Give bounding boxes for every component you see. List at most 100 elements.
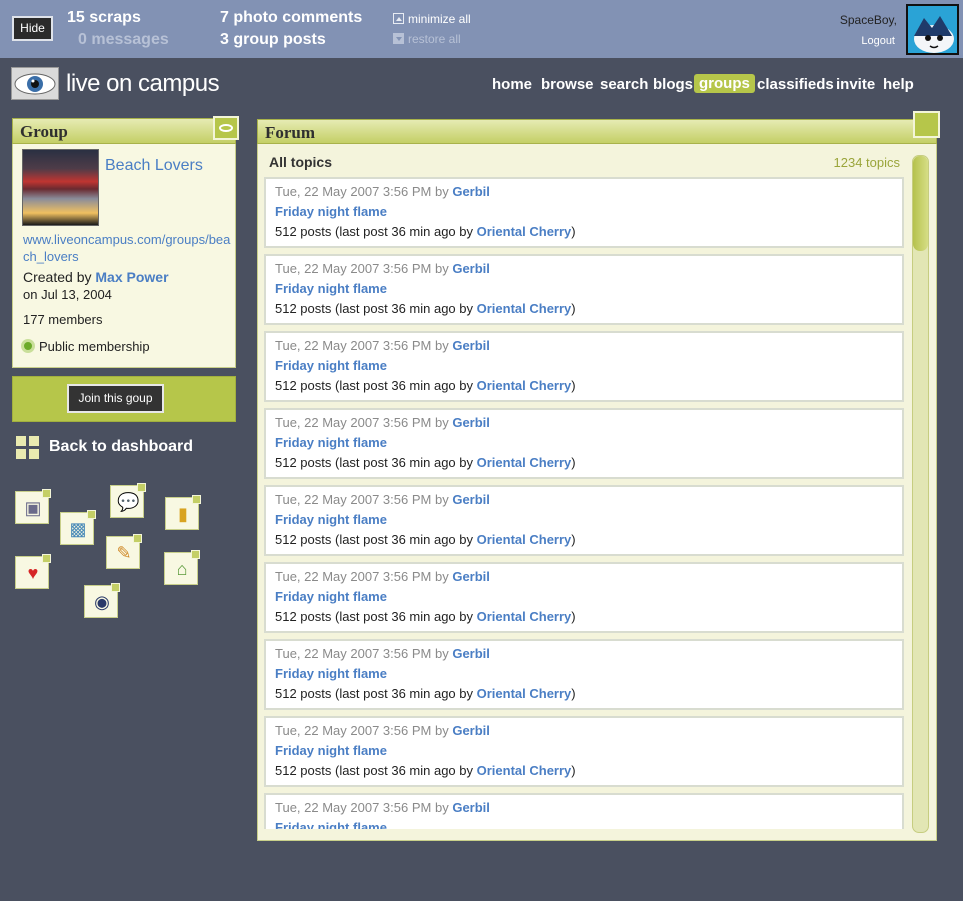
logo-eye-icon[interactable] (11, 67, 59, 100)
chat-bubbles-icon[interactable]: 💬 (110, 483, 146, 518)
topic-list[interactable]: Tue, 22 May 2007 3:56 PM by Gerbil Friday… (264, 177, 904, 829)
last-poster-link[interactable]: Oriental Cherry (477, 301, 572, 316)
topic-post-count: 512 posts (last post 36 min ago by (275, 378, 474, 393)
restore-all-button[interactable]: restore all (393, 32, 461, 46)
topic-posts: 512 posts (last post 36 min ago by Orien… (275, 686, 576, 701)
topic-meta: Tue, 22 May 2007 3:56 PM by Gerbil (275, 338, 490, 353)
topic-row[interactable]: Tue, 22 May 2007 3:56 PM by Gerbil Friday… (264, 408, 904, 479)
forum-minimize-button[interactable] (913, 111, 940, 138)
topic-posts-close: ) (571, 609, 576, 624)
topic-post-count: 512 posts (last post 36 min ago by (275, 609, 474, 624)
last-poster-link[interactable]: Oriental Cherry (477, 455, 572, 470)
back-to-dashboard-link[interactable]: Back to dashboard (49, 438, 193, 456)
minimize-all-label: minimize all (408, 12, 471, 26)
eye-icon (219, 124, 233, 132)
topic-author-link[interactable]: Gerbil (452, 184, 490, 199)
topic-author-link[interactable]: Gerbil (452, 646, 490, 661)
minimize-all-button[interactable]: minimize all (393, 12, 471, 26)
group-name-link[interactable]: Beach Lovers (105, 155, 225, 177)
topic-date: Tue, 22 May 2007 3:56 PM (275, 261, 432, 276)
last-poster-link[interactable]: Oriental Cherry (477, 532, 572, 547)
last-poster-link[interactable]: Oriental Cherry (477, 686, 572, 701)
topic-author-link[interactable]: Gerbil (452, 569, 490, 584)
house-icon[interactable]: ⌂ (164, 550, 200, 585)
topic-author-link[interactable]: Gerbil (452, 338, 490, 353)
join-group-button[interactable]: Join this goup (67, 384, 164, 413)
topic-by: by (434, 646, 449, 661)
topic-author-link[interactable]: Gerbil (452, 800, 490, 815)
nav-blogs[interactable]: blogs (653, 76, 693, 93)
last-poster-link[interactable]: Oriental Cherry (477, 224, 572, 239)
nav-classifieds[interactable]: classifieds (757, 76, 834, 93)
topic-posts: 512 posts (last post 36 min ago by Orien… (275, 532, 576, 547)
last-poster-link[interactable]: Oriental Cherry (477, 763, 572, 778)
topic-author-link[interactable]: Gerbil (452, 415, 490, 430)
topic-title-link[interactable]: Friday night flame (275, 281, 387, 296)
topic-title-link[interactable]: Friday night flame (275, 743, 387, 758)
forum-scrollbar-thumb[interactable] (913, 156, 928, 251)
topic-row[interactable]: Tue, 22 May 2007 3:56 PM by Gerbil Friday… (264, 485, 904, 556)
group-thumbnail[interactable] (22, 149, 99, 226)
topic-row[interactable]: Tue, 22 May 2007 3:56 PM by Gerbil Friday… (264, 177, 904, 248)
topic-title-link[interactable]: Friday night flame (275, 204, 387, 219)
group-posts-link[interactable]: 3 group posts (220, 31, 326, 49)
forum-scrollbar-track[interactable] (912, 155, 929, 833)
nav-browse[interactable]: browse (541, 76, 594, 93)
topic-post-count: 512 posts (last post 36 min ago by (275, 224, 474, 239)
hide-button[interactable]: Hide (12, 16, 53, 41)
topic-row[interactable]: Tue, 22 May 2007 3:56 PM by Gerbil Friday… (264, 793, 904, 829)
topic-row[interactable]: Tue, 22 May 2007 3:56 PM by Gerbil Friday… (264, 254, 904, 325)
photo-icon[interactable]: ▣ (15, 489, 51, 524)
topic-date: Tue, 22 May 2007 3:56 PM (275, 492, 432, 507)
restore-icon (393, 33, 404, 44)
topic-row[interactable]: Tue, 22 May 2007 3:56 PM by Gerbil Friday… (264, 331, 904, 402)
photo-comments-link[interactable]: 7 photo comments (220, 9, 362, 27)
topic-posts: 512 posts (last post 36 min ago by Orien… (275, 763, 576, 778)
topic-meta: Tue, 22 May 2007 3:56 PM by Gerbil (275, 569, 490, 584)
messages-link[interactable]: 0 messages (78, 31, 169, 49)
topic-meta: Tue, 22 May 2007 3:56 PM by Gerbil (275, 492, 490, 507)
last-poster-link[interactable]: Oriental Cherry (477, 609, 572, 624)
topic-author-link[interactable]: Gerbil (452, 723, 490, 738)
picture-icon[interactable]: ▩ (60, 510, 96, 545)
play-icon[interactable]: ◉ (84, 583, 120, 618)
topic-post-count: 512 posts (last post 36 min ago by (275, 301, 474, 316)
status-dot-icon (21, 339, 35, 353)
topic-row[interactable]: Tue, 22 May 2007 3:56 PM by Gerbil Friday… (264, 639, 904, 710)
scraps-link[interactable]: 15 scraps (67, 9, 141, 27)
topic-title-link[interactable]: Friday night flame (275, 512, 387, 527)
created-by: Created by Max Power (23, 269, 169, 285)
topic-posts-close: ) (571, 224, 576, 239)
creator-link[interactable]: Max Power (95, 269, 168, 285)
logo-text[interactable]: live on campus (66, 70, 220, 98)
topic-title-link[interactable]: Friday night flame (275, 589, 387, 604)
topic-author-link[interactable]: Gerbil (452, 492, 490, 507)
nav-search[interactable]: search (600, 76, 648, 93)
group-url-link[interactable]: www.liveoncampus.com/groups/beach_lovers (23, 231, 231, 265)
group-view-button[interactable] (213, 116, 239, 140)
notepad-icon[interactable]: ✎ (106, 534, 142, 569)
avatar[interactable] (906, 4, 959, 55)
topic-row[interactable]: Tue, 22 May 2007 3:56 PM by Gerbil Friday… (264, 562, 904, 633)
topic-title-link[interactable]: Friday night flame (275, 820, 387, 829)
nav-invite[interactable]: invite (836, 76, 875, 93)
topic-row[interactable]: Tue, 22 May 2007 3:56 PM by Gerbil Friday… (264, 716, 904, 787)
minimize-icon (393, 13, 404, 24)
topic-title-link[interactable]: Friday night flame (275, 435, 387, 450)
scraps-label: scraps (89, 9, 141, 26)
heart-icon[interactable]: ♥ (15, 554, 51, 589)
nav-groups[interactable]: groups (694, 74, 755, 93)
topic-title-link[interactable]: Friday night flame (275, 666, 387, 681)
topic-author-link[interactable]: Gerbil (452, 261, 490, 276)
topic-posts: 512 posts (last post 36 min ago by Orien… (275, 301, 576, 316)
logout-link[interactable]: Logout (861, 35, 895, 47)
nav-help[interactable]: help (883, 76, 914, 93)
topic-by: by (434, 723, 449, 738)
nav-home[interactable]: home (492, 76, 532, 93)
last-poster-link[interactable]: Oriental Cherry (477, 378, 572, 393)
folder-icon[interactable]: ▮ (165, 495, 201, 530)
membership-type: Public membership (21, 339, 150, 354)
dashboard-grid-icon[interactable] (16, 436, 40, 460)
topic-date: Tue, 22 May 2007 3:56 PM (275, 184, 432, 199)
topic-title-link[interactable]: Friday night flame (275, 358, 387, 373)
